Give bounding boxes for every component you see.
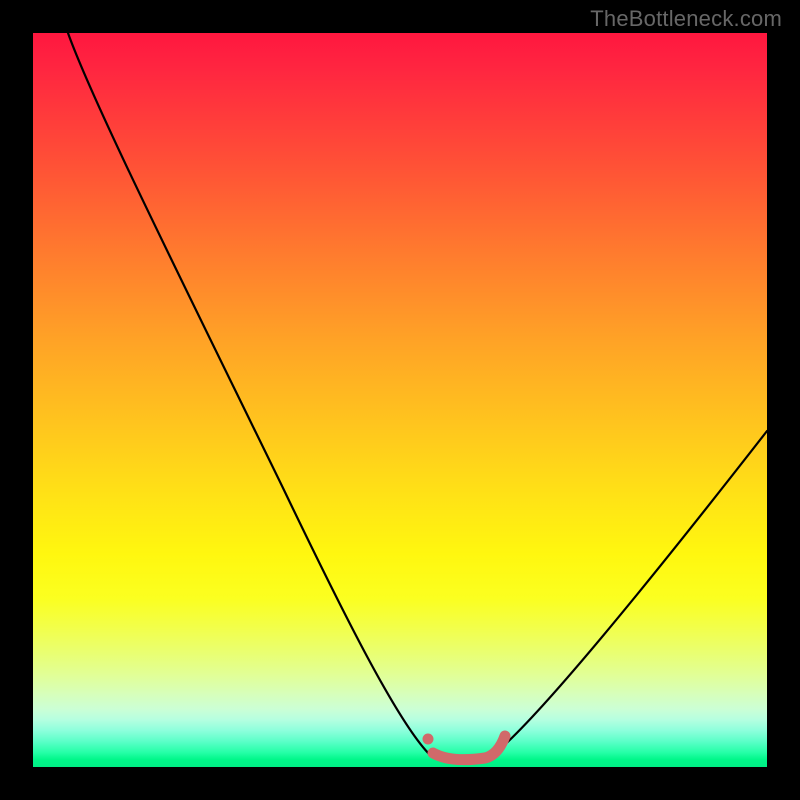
plot-area bbox=[33, 33, 767, 767]
chart-frame: TheBottleneck.com bbox=[0, 0, 800, 800]
marker-dot bbox=[423, 734, 434, 745]
marker-valley-segment bbox=[433, 736, 505, 760]
bottleneck-curve bbox=[33, 33, 767, 767]
curve-right-branch bbox=[493, 431, 767, 755]
curve-left-branch bbox=[68, 33, 430, 755]
watermark-text: TheBottleneck.com bbox=[590, 6, 782, 32]
